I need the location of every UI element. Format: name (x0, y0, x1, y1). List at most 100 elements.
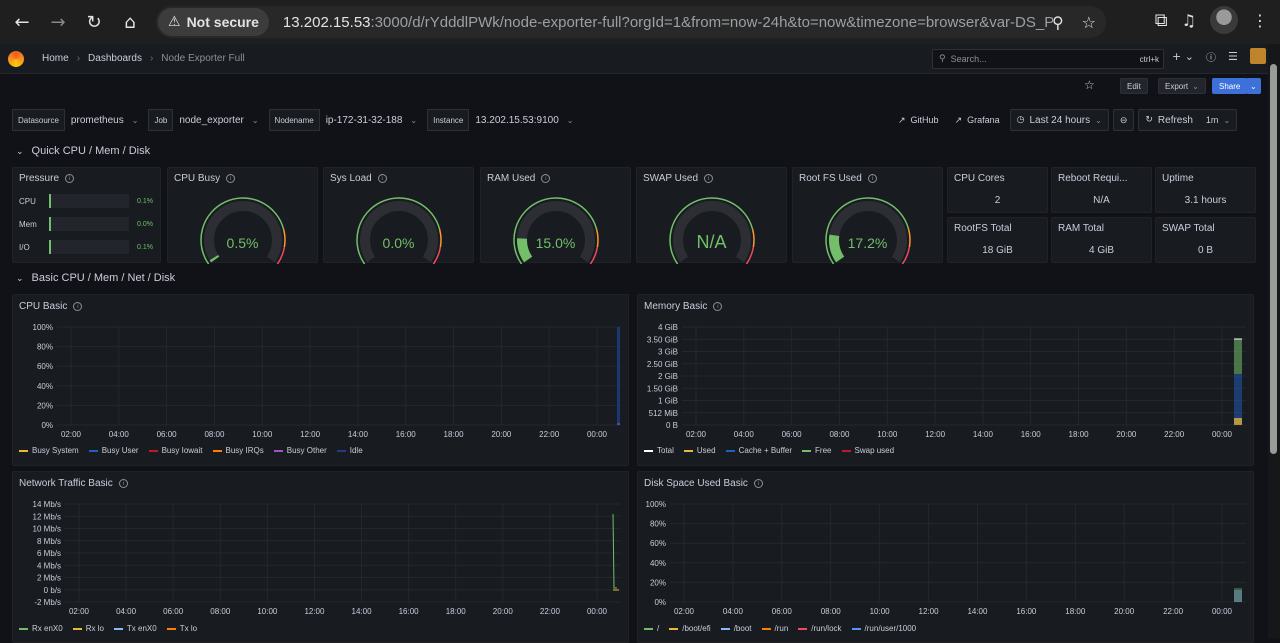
legend-item[interactable]: Busy System (19, 446, 79, 455)
y-tick-label: 60% (650, 539, 666, 548)
share-label: Share (1219, 81, 1241, 91)
info-icon[interactable]: i (65, 174, 75, 183)
var-label-datasource: Datasource (12, 109, 65, 131)
legend-item[interactable]: / (644, 624, 659, 633)
legend-item[interactable]: Total (644, 446, 674, 455)
refresh-interval[interactable]: 1m (1206, 115, 1219, 125)
media-controls-icon[interactable]: ♫ (1182, 11, 1196, 30)
legend-item[interactable]: Idle (336, 446, 363, 455)
legend-item[interactable]: Tx enX0 (113, 624, 157, 633)
github-label: GitHub (910, 115, 939, 125)
profile-avatar[interactable] (1210, 6, 1238, 34)
news-icon[interactable]: ☰ (1228, 50, 1238, 63)
add-icon[interactable]: + ⌄ (1172, 50, 1194, 63)
pressure-value: 0.1% (137, 197, 153, 205)
x-tick-label: 02:00 (61, 430, 82, 439)
legend-label: Tx lo (179, 624, 198, 633)
x-tick-label: 08:00 (829, 430, 850, 439)
browser-menu-icon[interactable]: ⋮ (1252, 11, 1268, 30)
x-tick-label: 18:00 (1065, 607, 1086, 616)
info-icon[interactable]: i (118, 479, 128, 488)
url-text[interactable]: 13.202.15.53:3000/d/rYdddlPWk/node-expor… (283, 14, 1053, 31)
x-tick-label: 00:00 (1212, 607, 1233, 616)
help-icon[interactable]: ⓘ (1206, 49, 1216, 64)
pressure-value: 0.0% (137, 220, 153, 228)
chart-area: 100% 80% 60% 40% 20% 0% 02:00 04:00 06:00 08:00 10… (646, 500, 1246, 616)
panel-title: CPU Cores (954, 173, 1005, 184)
chevron-down-icon: ⌄ (16, 272, 24, 283)
var-select-instance[interactable]: 13.202.15.53:9100 ⌄ (469, 109, 579, 131)
legend-item[interactable]: Tx lo (166, 624, 198, 633)
not-secure-badge[interactable]: ⚠ Not secure (158, 8, 269, 36)
export-button[interactable]: Export ⌄ (1158, 78, 1206, 94)
x-tick-label: 02:00 (686, 430, 707, 439)
y-tick-label: 512 MiB (649, 409, 678, 418)
stat-value: 18 GiB (982, 245, 1013, 256)
legend-item[interactable]: /boot/efi (669, 624, 711, 633)
user-avatar[interactable] (1249, 48, 1266, 64)
legend-swatch (802, 449, 812, 452)
series-used (1234, 418, 1242, 425)
var-select-nodename[interactable]: ip-172-31-32-188 ⌄ (320, 109, 423, 131)
share-dropdown-button[interactable]: ⌄ (1246, 78, 1261, 94)
forward-icon[interactable]: → (40, 4, 76, 40)
grafana-link[interactable]: ↗ Grafana (949, 109, 1006, 131)
back-icon[interactable]: ← (4, 4, 40, 40)
breadcrumb-home[interactable]: Home (42, 53, 69, 64)
legend-item[interactable]: Busy Other (273, 446, 327, 455)
scroll-thumb[interactable] (1270, 64, 1277, 454)
legend-swatch (336, 449, 346, 452)
time-range-picker[interactable]: ◷ Last 24 hours ⌄ (1009, 109, 1109, 131)
legend-label: Swap used (854, 446, 895, 455)
stat-value: 2 (994, 195, 1001, 206)
legend-item[interactable]: Busy IRQs (212, 446, 264, 455)
info-icon[interactable]: i (73, 302, 83, 311)
panel-cpu-chart: CPU Basic i 100% 80% 60% 40% 20% 0% 02:00 04:00 06… (12, 294, 629, 466)
edit-button[interactable]: Edit (1120, 78, 1148, 94)
y-tick-label: 100% (646, 500, 666, 509)
legend-item[interactable]: /boot (720, 624, 752, 633)
breadcrumb-dashboards[interactable]: Dashboards (88, 53, 142, 64)
y-tick-label: 40% (37, 382, 53, 391)
legend-item[interactable]: Rx enX0 (19, 624, 63, 633)
y-tick-label: 1 GiB (658, 397, 678, 406)
legend-item[interactable]: Free (802, 446, 832, 455)
legend-swatch (720, 627, 730, 630)
share-button[interactable]: Share (1212, 78, 1248, 94)
info-icon[interactable]: i (713, 302, 723, 311)
extensions-icon[interactable]: ⧉ (1155, 10, 1168, 31)
x-tick-label: 02:00 (674, 607, 695, 616)
bookmark-star-icon[interactable]: ☆ (1082, 13, 1096, 32)
x-tick-label: 04:00 (109, 430, 130, 439)
legend-item[interactable]: Cache + Buffer (725, 446, 792, 455)
y-tick-label: 80% (650, 520, 666, 529)
legend-item[interactable]: Busy Iowait (148, 446, 203, 455)
legend-swatch (669, 627, 679, 630)
legend-item[interactable]: Busy User (88, 446, 139, 455)
external-link-icon: ↗ (954, 114, 963, 125)
row-basic-cpu-mem-net-disk[interactable]: ⌄ Basic CPU / Mem / Net / Disk (16, 272, 175, 284)
info-icon[interactable]: i (753, 479, 763, 488)
search-input[interactable]: ⚲ Search... ctrl+k (932, 49, 1164, 69)
refresh-button[interactable]: ↻ Refresh 1m ⌄ (1138, 109, 1238, 131)
var-select-job[interactable]: node_exporter ⌄ (173, 109, 264, 131)
browser-toolbar: ← → ↻ ⌂ ⚠ Not secure 13.202.15.53:3000/d… (0, 0, 1280, 44)
legend-item[interactable]: Used (683, 446, 716, 455)
row-quick-cpu-mem-disk[interactable]: ⌄ Quick CPU / Mem / Disk (16, 145, 150, 157)
legend-item[interactable]: /run/lock (798, 624, 842, 633)
address-bar[interactable]: ⚠ Not secure 13.202.15.53:3000/d/rYdddlP… (156, 6, 1106, 38)
legend-item[interactable]: Swap used (841, 446, 895, 455)
page-scrollbar[interactable] (1268, 44, 1280, 638)
zoom-out-button[interactable]: ⊖ (1112, 109, 1135, 131)
panel-gauge: CPU Busy i 0.5% (167, 167, 318, 264)
zoom-icon[interactable]: ⚲ (1052, 13, 1064, 32)
github-link[interactable]: ↗ GitHub (892, 109, 945, 131)
legend-item[interactable]: /run/user/1000 (851, 624, 916, 633)
var-select-datasource[interactable]: prometheus ⌄ (65, 109, 145, 131)
grafana-logo-icon[interactable] (8, 50, 24, 67)
legend-item[interactable]: /run (761, 624, 788, 633)
reload-icon[interactable]: ↻ (76, 4, 112, 40)
legend-item[interactable]: Rx lo (72, 624, 104, 633)
home-icon[interactable]: ⌂ (112, 4, 148, 40)
star-icon[interactable]: ☆ (1084, 78, 1095, 92)
